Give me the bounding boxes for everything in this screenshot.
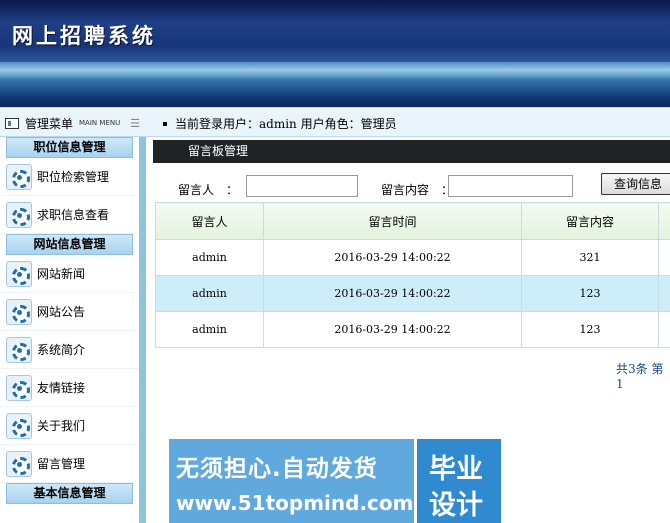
current-user-info: 当前登录用户：admin 用户角色：管理员 <box>163 115 397 132</box>
sidebar-item-intro[interactable]: 系统简介 <box>0 331 139 369</box>
sidebar-item-notices[interactable]: 网站公告 <box>0 293 139 331</box>
sidebar: 职位信息管理 职位检索管理 求职信息查看 网站信息管理 网站新闻 网站公告 系统… <box>0 137 146 523</box>
header-extra <box>658 202 670 240</box>
sidebar-item-label: 系统简介 <box>37 343 86 357</box>
gear-icon <box>6 450 32 477</box>
watermark-left: 无须担心.自动发货 www.51topmind.com <box>169 439 414 523</box>
watermark-right1: 毕业 <box>429 454 483 485</box>
cell-content: 123 <box>521 275 659 312</box>
sidebar-group-site[interactable]: 网站信息管理 <box>6 234 133 255</box>
gear-icon <box>6 163 32 190</box>
table-row[interactable]: admin 2016-03-29 14:00:22 123 <box>155 275 670 312</box>
search-form: 留言人 ： 留言内容 ： 查询信息 <box>153 163 670 203</box>
cell-time: 2016-03-29 14:00:22 <box>263 275 522 312</box>
sidebar-item-label: 网站新闻 <box>37 267 86 281</box>
menu-toggle-icon[interactable]: ☰ <box>130 117 140 130</box>
header-time: 留言时间 <box>263 202 522 240</box>
watermark-right2: 设计 <box>429 490 483 521</box>
sidebar-item-label: 求职信息查看 <box>37 208 110 222</box>
sidebar-item-label: 职位检索管理 <box>37 170 110 184</box>
current-user-text: 当前登录用户：admin 用户角色：管理员 <box>175 117 397 131</box>
sidebar-item-messages[interactable]: 留言管理 <box>0 445 139 483</box>
watermark-banner: 无须担心.自动发货 www.51topmind.com 毕业 设计 <box>169 439 501 523</box>
watermark-line2: www.51topmind.com <box>176 491 414 515</box>
sidebar-item-job-search[interactable]: 职位检索管理 <box>0 158 139 196</box>
table-header-row: 留言人 留言时间 留言内容 <box>155 202 670 240</box>
menu-window-icon <box>5 117 19 129</box>
search-button[interactable]: 查询信息 <box>601 173 670 195</box>
content-label: 留言内容 ： <box>381 183 454 197</box>
cell-content: 123 <box>521 311 659 348</box>
sidebar-group-job[interactable]: 职位信息管理 <box>6 137 133 158</box>
cell-content: 321 <box>521 239 659 276</box>
menu-label: 管理菜单 <box>25 116 74 131</box>
sidebar-item-links[interactable]: 友情链接 <box>0 369 139 407</box>
cell-time: 2016-03-29 14:00:22 <box>263 311 522 348</box>
cell-person: admin <box>155 275 264 312</box>
table-row[interactable]: admin 2016-03-29 14:00:22 321 <box>155 239 670 276</box>
app-title: 网上招聘系统 <box>12 23 156 48</box>
header-person: 留言人 <box>155 202 264 240</box>
bullet-icon <box>163 121 167 126</box>
cell-extra <box>658 311 670 348</box>
sidebar-item-label: 友情链接 <box>37 381 86 395</box>
sidebar-item-news[interactable]: 网站新闻 <box>0 255 139 293</box>
info-bar: 管理菜单 MAIN MENU ☰ 当前登录用户：admin 用户角色：管理员 <box>0 107 670 137</box>
pagination-text: 共3条 第1 <box>616 362 664 391</box>
panel-title: 留言板管理 <box>153 140 670 163</box>
header-banner: 网上招聘系统 <box>0 0 670 107</box>
sidebar-item-about[interactable]: 关于我们 <box>0 407 139 445</box>
watermark-line1: 无须担心.自动发货 <box>176 456 378 482</box>
gear-icon <box>6 201 32 228</box>
cell-time: 2016-03-29 14:00:22 <box>263 239 522 276</box>
gear-icon <box>6 374 32 401</box>
sidebar-item-job-seekers[interactable]: 求职信息查看 <box>0 196 139 234</box>
cell-person: admin <box>155 311 264 348</box>
watermark-right: 毕业 设计 <box>414 439 501 523</box>
content-input[interactable] <box>448 175 573 197</box>
table-row[interactable]: admin 2016-03-29 14:00:22 123 <box>155 311 670 348</box>
gear-icon <box>6 412 32 439</box>
header-content: 留言内容 <box>521 202 659 240</box>
cell-extra <box>658 275 670 312</box>
header-stripe <box>0 62 670 78</box>
sidebar-item-label: 留言管理 <box>37 457 86 471</box>
person-input[interactable] <box>246 175 358 197</box>
gear-icon <box>6 260 32 287</box>
cell-person: admin <box>155 239 264 276</box>
menu-label-en: MAIN MENU <box>79 119 121 127</box>
sidebar-item-label: 关于我们 <box>37 419 86 433</box>
messages-table: 留言人 留言时间 留言内容 admin 2016-03-29 14:00:22 … <box>155 202 670 348</box>
person-label: 留言人 ： <box>178 183 239 197</box>
menu-title: 管理菜单 MAIN MENU ☰ <box>0 108 150 138</box>
gear-icon <box>6 298 32 325</box>
cell-extra <box>658 239 670 276</box>
sidebar-item-label: 网站公告 <box>37 305 86 319</box>
gear-icon <box>6 336 32 363</box>
sidebar-group-basic[interactable]: 基本信息管理 <box>6 483 133 504</box>
